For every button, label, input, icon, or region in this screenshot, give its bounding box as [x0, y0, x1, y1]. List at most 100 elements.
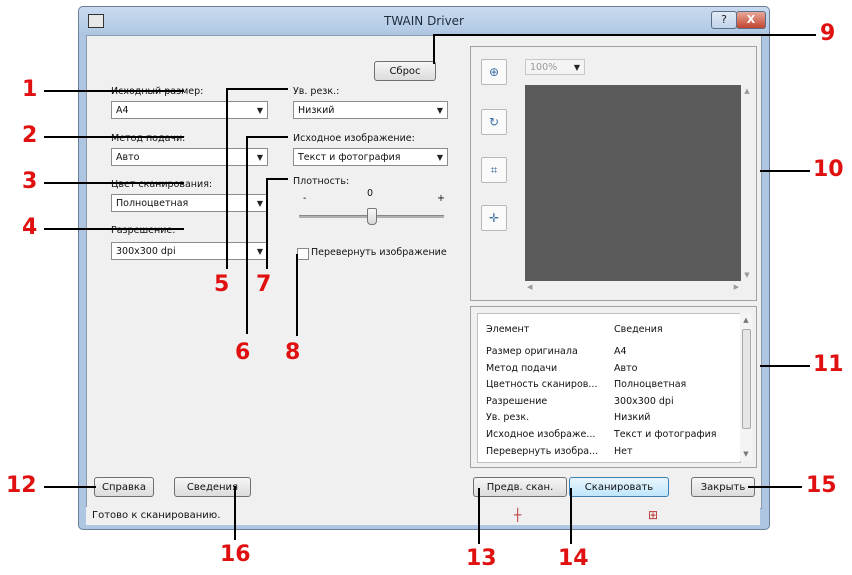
callout-number-12: 12: [6, 473, 37, 498]
scroll-right-icon[interactable]: ▶: [734, 283, 739, 291]
page-size-icon: ⊞: [648, 508, 659, 522]
table-header: Элемент Сведения: [486, 324, 663, 335]
preview-horizontal-scrollbar[interactable]: ◀ ▶: [525, 282, 741, 292]
chevron-down-icon: ▼: [256, 106, 264, 115]
table-cell-info: 300x300 dpi: [614, 395, 674, 407]
table-row[interactable]: Ув. резк. Низкий: [486, 412, 650, 424]
original-size-value: A4: [116, 105, 129, 116]
twain-driver-window: TWAIN Driver ? X Сброс Исходный размер: …: [78, 6, 770, 530]
crop-icon[interactable]: ⌗: [481, 157, 507, 183]
table-cell-info: Низкий: [614, 412, 651, 424]
scan-color-label: Цвет сканирования:: [111, 179, 213, 190]
info-vertical-scrollbar[interactable]: ▲ ▼: [740, 313, 752, 461]
callout-number-11: 11: [813, 352, 844, 377]
preview-image-area[interactable]: [525, 85, 741, 281]
title-bar[interactable]: TWAIN Driver ? X: [79, 7, 769, 35]
preview-button[interactable]: Предв. скан.: [473, 477, 567, 497]
density-slider[interactable]: [299, 207, 444, 225]
help-button[interactable]: Справка: [94, 477, 154, 497]
preview-panel: ⊕ ↻ ⌗ ✛ 100% ▼ ▲ ▼ ◀ ▶: [470, 46, 757, 301]
feed-method-select[interactable]: Авто ▼: [111, 148, 268, 166]
scan-button[interactable]: Сканировать: [569, 477, 669, 497]
callout-line-4: [44, 228, 184, 230]
zoom-in-icon[interactable]: ⊕: [481, 59, 507, 85]
table-row[interactable]: Цветность сканиров... Полноцветная: [486, 379, 686, 390]
callout-number-16: 16: [220, 542, 251, 567]
table-row[interactable]: ПлотностьОбычная(0): [486, 462, 539, 463]
client-area: Сброс Исходный размер: A4▼ Метод подачи:…: [86, 35, 762, 509]
scan-area-icon: ┼: [514, 508, 522, 522]
callout-line-7-h: [266, 178, 288, 180]
table-row[interactable]: Перевернуть изобра... Нет: [486, 445, 633, 457]
zoom-select[interactable]: 100% ▼: [525, 59, 585, 75]
chevron-down-icon: ▼: [256, 247, 264, 256]
table-cell-info: Текст и фотография: [614, 429, 717, 440]
scroll-up-icon[interactable]: ▲: [742, 87, 752, 95]
invert-checkbox[interactable]: [297, 248, 309, 260]
callout-number-15: 15: [806, 473, 837, 498]
callout-line-12: [44, 486, 96, 488]
chevron-down-icon: ▼: [436, 153, 444, 162]
resolution-select[interactable]: 300x300 dpi ▼: [111, 242, 268, 260]
table-cell-element: Разрешение: [486, 395, 548, 407]
status-bar: Готово к сканированию. ┼ ⊞: [86, 507, 760, 525]
table-cell-element: Перевернуть изобра...: [486, 445, 599, 457]
chevron-down-icon: ▼: [436, 106, 444, 115]
callout-line-8: [296, 254, 298, 336]
table-row[interactable]: Исходное изображе... Текст и фотография: [486, 429, 717, 440]
callout-line-9-v: [433, 34, 435, 64]
sharpness-value: Низкий: [298, 105, 335, 116]
close-title-button[interactable]: X: [736, 11, 766, 29]
callout-line-9-h: [433, 34, 816, 36]
table-row[interactable]: Метод подачи Авто: [486, 363, 637, 374]
callout-number-5: 5: [214, 272, 230, 297]
info-button[interactable]: Сведения: [174, 477, 251, 497]
table-cell-info: Нет: [614, 445, 633, 457]
info-panel: Элемент Сведения Размер оригинала A4 Метод…: [470, 306, 757, 468]
callout-number-4: 4: [22, 215, 38, 240]
callout-number-2: 2: [22, 123, 38, 148]
move-icon[interactable]: ✛: [481, 205, 507, 231]
scan-color-select[interactable]: Полноцветная ▼: [111, 194, 268, 212]
original-size-select[interactable]: A4 ▼: [111, 101, 268, 119]
callout-line-10: [760, 170, 810, 172]
callout-line-14: [570, 488, 572, 544]
callout-line-13: [478, 488, 480, 544]
preview-vertical-scrollbar[interactable]: ▲ ▼: [742, 85, 752, 281]
table-row[interactable]: Размер оригинала A4: [486, 346, 627, 357]
callout-line-2: [44, 136, 184, 138]
help-title-button[interactable]: ?: [711, 11, 737, 29]
callout-line-6-h: [246, 136, 288, 138]
info-scroll-thumb[interactable]: [742, 329, 751, 429]
callout-line-11: [760, 365, 810, 367]
zoom-value: 100%: [530, 62, 558, 73]
table-cell-info: A4: [614, 346, 627, 357]
rotate-icon[interactable]: ↻: [481, 109, 507, 135]
original-image-select[interactable]: Текст и фотография ▼: [293, 148, 448, 166]
table-row[interactable]: Разрешение 300x300 dpi: [486, 395, 674, 407]
status-text: Готово к сканированию.: [92, 510, 221, 521]
table-cell-element: Размер оригинала: [486, 346, 578, 357]
scroll-left-icon[interactable]: ◀: [527, 283, 532, 291]
table-cell-info: Обычная(0): [614, 462, 672, 463]
table-cell-info: Полноцветная: [614, 379, 687, 391]
callout-number-10: 10: [813, 157, 844, 182]
resolution-label: Разрешение:: [111, 225, 176, 236]
sharpness-select[interactable]: Низкий ▼: [293, 101, 448, 119]
chevron-down-icon: ▼: [256, 153, 264, 162]
callout-number-1: 1: [22, 77, 38, 102]
density-slider-thumb[interactable]: [366, 208, 377, 225]
close-button[interactable]: Закрыть: [691, 477, 755, 497]
callout-line-3: [44, 182, 184, 184]
table-cell-element: Ув. резк.: [486, 412, 530, 424]
density-value: 0: [367, 188, 374, 199]
reset-button[interactable]: Сброс: [374, 61, 436, 81]
chevron-down-icon: ▼: [256, 199, 264, 208]
info-table: Элемент Сведения Размер оригинала A4 Метод…: [477, 313, 741, 463]
table-cell-info: Авто: [614, 362, 638, 374]
scroll-down-icon[interactable]: ▼: [742, 271, 752, 279]
scroll-down-icon[interactable]: ▼: [740, 450, 752, 458]
callout-number-14: 14: [558, 546, 589, 571]
scroll-up-icon[interactable]: ▲: [740, 316, 752, 324]
original-image-label: Исходное изображение:: [293, 133, 415, 144]
